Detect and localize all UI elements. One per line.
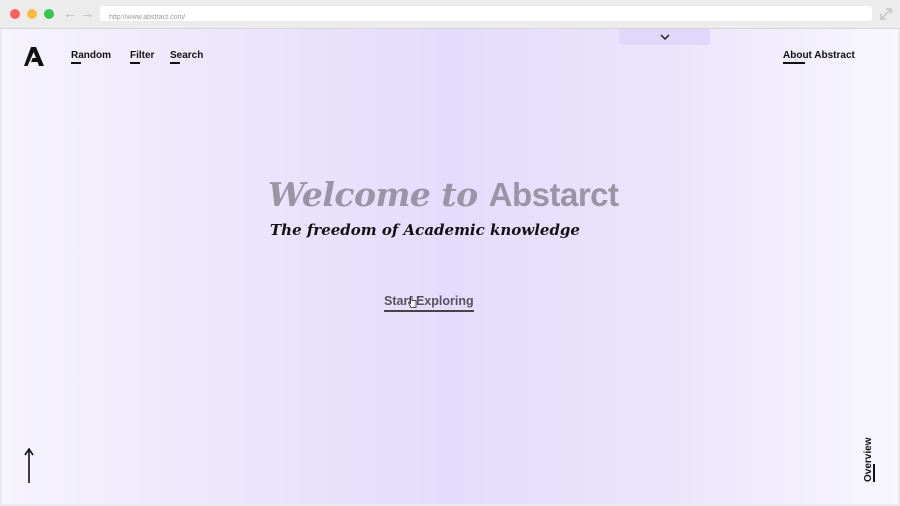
maximize-window-button[interactable] [44,9,54,19]
minimize-window-button[interactable] [27,9,37,19]
browser-window: ← → Random Filter Search About Abstract … [0,0,900,506]
overview-underline [873,464,875,482]
arrow-up-icon[interactable] [23,448,35,484]
pointer-cursor-icon [408,296,417,308]
overview-link[interactable]: Overview [858,434,878,484]
arrow-right-icon[interactable]: → [80,5,94,21]
close-window-button[interactable] [10,9,20,19]
nav-search-link[interactable]: Search [170,50,203,64]
start-exploring-button[interactable]: Start Exploring [384,294,474,312]
address-bar[interactable] [100,6,872,25]
abstract-logo[interactable] [24,47,44,66]
hero-title: Welcome to Abstarct [268,175,619,214]
browser-toolbar: ← → [0,0,900,29]
hero-title-brand: Abstarct [488,176,619,213]
page-viewport: Random Filter Search About Abstract Welc… [2,29,898,504]
nav-random-link[interactable]: Random [71,50,111,64]
about-abstract-link[interactable]: About Abstract [783,50,855,64]
nav-filter-link[interactable]: Filter [130,50,154,64]
arrow-left-icon[interactable]: ← [63,5,77,21]
hero-title-lead: Welcome to [268,175,489,214]
expand-icon[interactable] [879,7,893,21]
hero-subtitle: The freedom of Academic knowledge [270,221,580,239]
url-input[interactable] [100,10,809,25]
dropdown-toggle[interactable] [619,29,710,45]
chevron-down-icon [659,33,670,40]
